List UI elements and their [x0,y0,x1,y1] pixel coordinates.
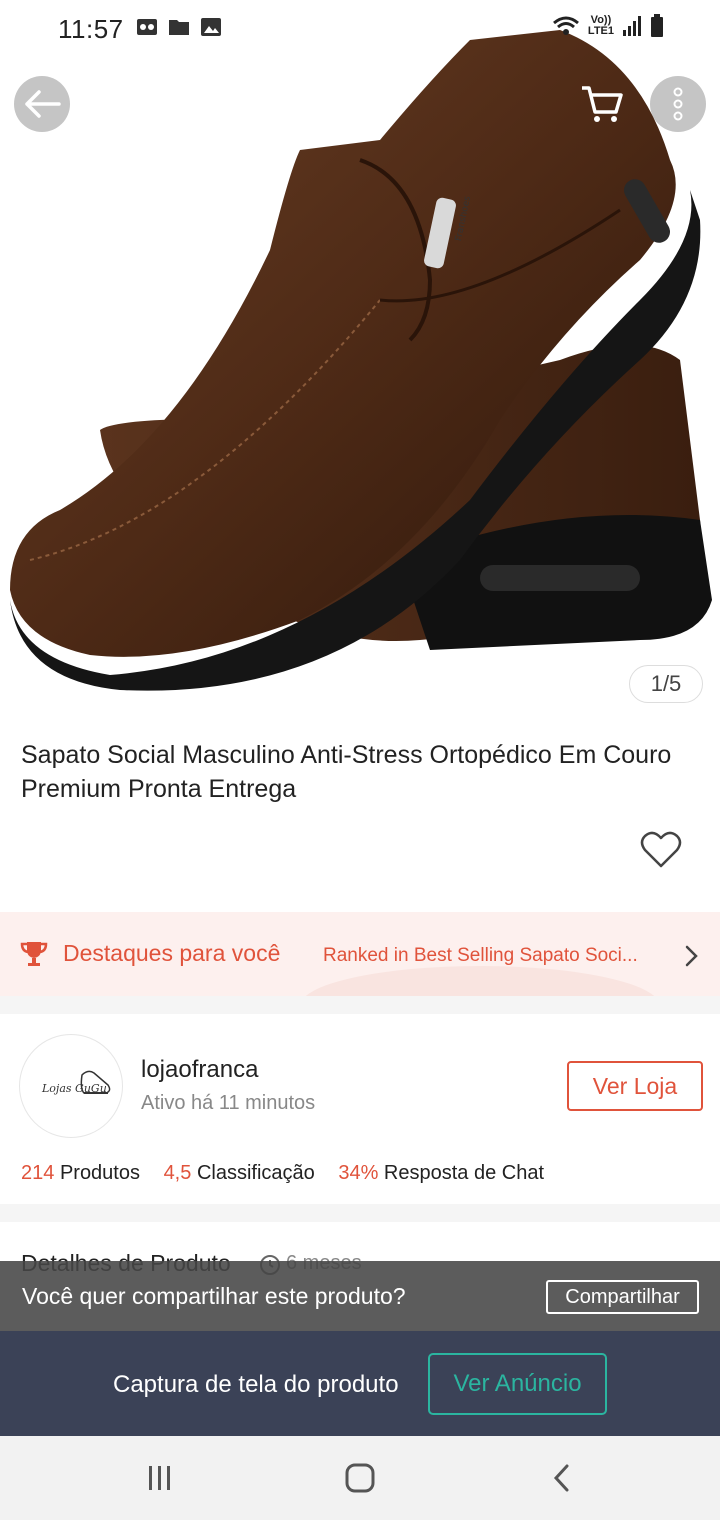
view-listing-button[interactable]: Ver Anúncio [428,1353,607,1415]
lte-label: LTE1 [587,25,614,37]
products-count: 214 [21,1162,55,1184]
screenshot-bar: Captura de tela do produto Ver Anúncio [0,1331,720,1436]
more-options-button[interactable] [650,76,706,132]
cart-icon [582,86,623,122]
share-banner: Você quer compartilhar este produto? Com… [0,1261,720,1331]
trophy-icon [20,942,48,966]
favorite-heart-icon[interactable] [640,830,682,870]
products-label: Produtos [59,1162,140,1184]
store-card: Lojas GuGu lojaofranca Ativo há 11 minut… [0,1014,720,1204]
store-name[interactable]: lojaofranca [141,1056,258,1084]
product-image-gallery[interactable]: Franshoes 11:57 Vo)) LTE1 1/5 [0,0,720,720]
store-logo[interactable]: Lojas GuGu [19,1034,123,1138]
image-icon [201,18,221,36]
image-counter: 1/5 [629,665,703,703]
store-logo-text: Lojas GuGu [42,1082,107,1095]
battery-icon [651,14,663,37]
store-active-status: Ativo há 11 minutos [141,1092,316,1114]
folder-icon [169,20,189,35]
highlights-bar[interactable]: Destaques para você Ranked in Best Selli… [0,912,720,996]
chat-response-label: Resposta de Chat [383,1162,545,1184]
back-button[interactable] [14,76,70,132]
screenshot-text: Captura de tela do produto [113,1371,399,1398]
chevron-left-icon [553,1464,569,1492]
arrow-left-icon [25,90,61,118]
more-vertical-icon [673,87,683,121]
highlights-title: Destaques para você [63,940,281,966]
product-title-section: Sapato Social Masculino Anti-Stress Orto… [0,720,720,912]
visit-store-button[interactable]: Ver Loja [567,1061,703,1111]
chevron-right-icon [685,945,698,967]
system-back-button[interactable] [542,1460,582,1496]
system-navigation-bar [0,1436,720,1520]
wifi-icon [552,16,579,35]
rating-value: 4,5 [163,1162,192,1184]
cart-button[interactable] [574,76,630,132]
ranking-text: Ranked in Best Selling Sapato Soci... [323,945,638,966]
product-title: Sapato Social Masculino Anti-Stress Orto… [21,741,672,803]
status-bar: 11:57 Vo)) LTE1 [0,0,720,56]
signal-icon [623,16,641,36]
chat-response-rate: 34% [338,1162,379,1184]
store-stats: 214 Produtos 4,5 Classificação 34% Respo… [21,1162,544,1185]
rating-label: Classificação [196,1162,315,1184]
share-button[interactable]: Compartilhar [546,1280,699,1314]
voicemail-icon [137,19,157,35]
home-icon [345,1463,375,1493]
recent-apps-button[interactable] [140,1460,180,1496]
home-button[interactable] [340,1460,380,1496]
share-question: Você quer compartilhar este produto? [22,1283,406,1309]
status-time: 11:57 [58,14,124,44]
recent-apps-icon [149,1466,170,1490]
